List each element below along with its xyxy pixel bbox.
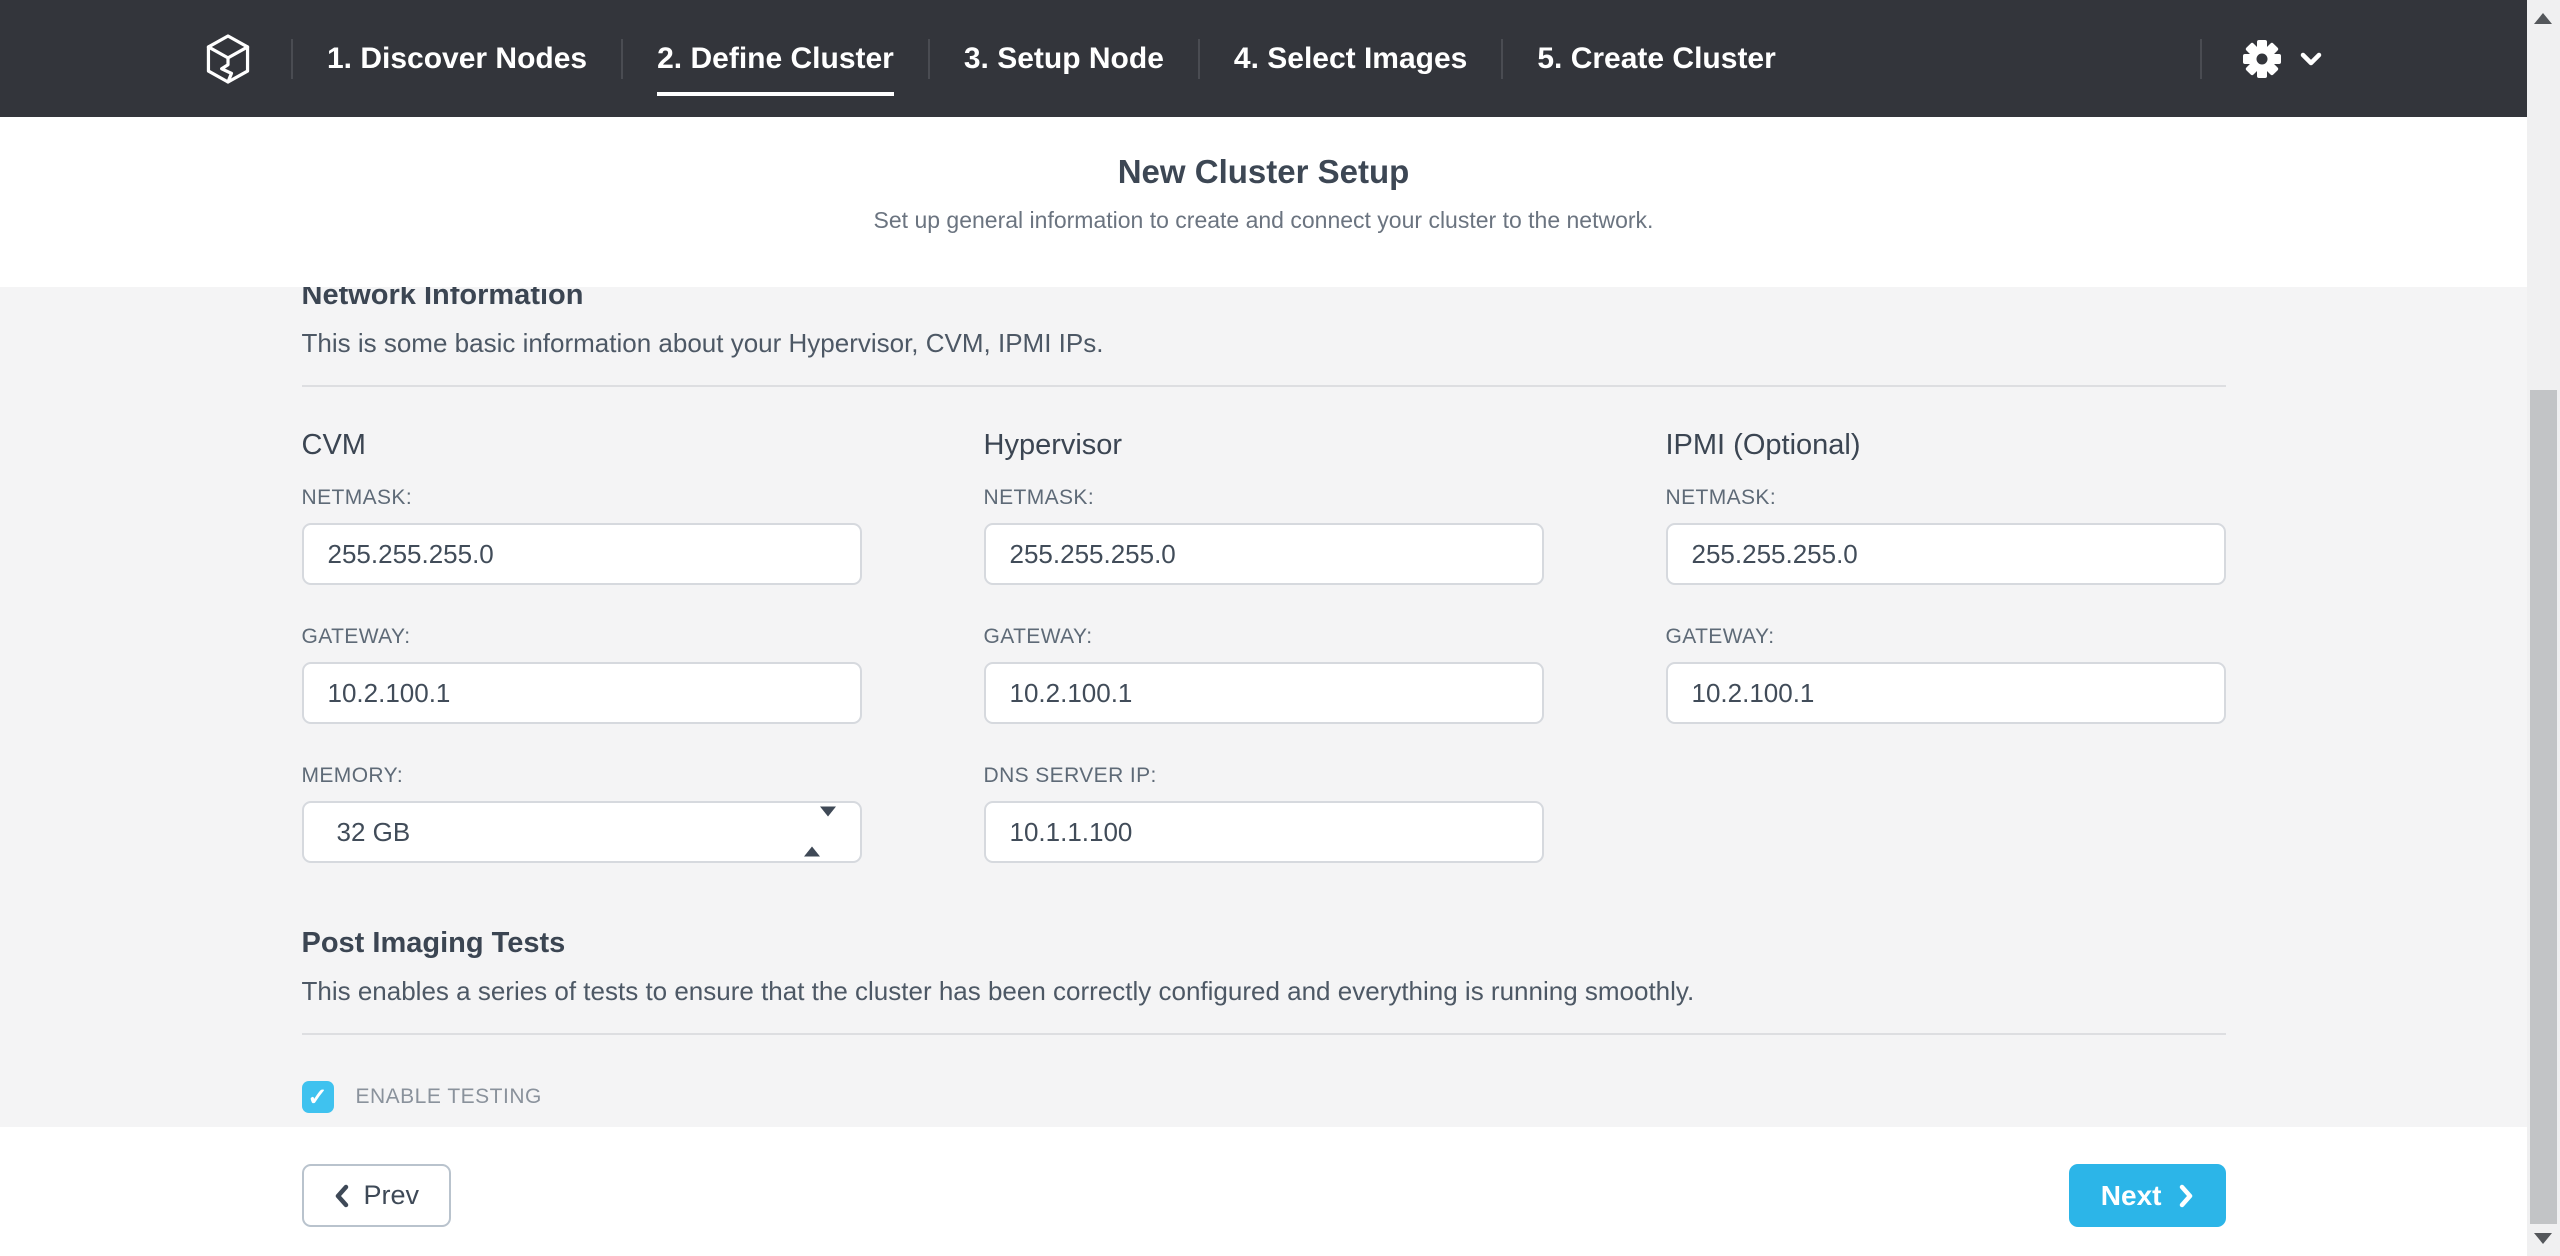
column-title: IPMI (Optional) [1666,429,2226,462]
column-hypervisor: Hypervisor NETMASK: GATEWAY: DNS SERVER … [984,429,1544,863]
field-label: NETMASK: [1666,486,2226,510]
cvm-gateway-field: GATEWAY: [302,625,862,724]
hypervisor-gateway-field: GATEWAY: [984,625,1544,724]
next-button[interactable]: Next [2069,1164,2226,1227]
app-logo-cube-icon [205,33,251,85]
field-label: NETMASK: [984,486,1544,510]
field-label: DNS SERVER IP: [984,764,1544,788]
section-divider [302,1033,2226,1035]
hypervisor-netmask-field: NETMASK: [984,486,1544,585]
scrollbar-up-arrow-icon[interactable] [2534,13,2552,24]
step-select-images[interactable]: 4. Select Images [1200,42,1501,76]
chevron-left-icon [334,1184,350,1208]
network-information-description: This is some basic information about you… [302,328,2226,359]
hypervisor-netmask-input[interactable] [984,523,1544,585]
field-label: GATEWAY: [984,625,1544,649]
column-ipmi: IPMI (Optional) NETMASK: GATEWAY: [1666,429,2226,863]
network-information-heading: Network Information [302,287,2226,312]
select-stepper-icon [804,817,836,848]
page-subtitle: Set up general information to create and… [0,207,2527,234]
cvm-netmask-field: NETMASK: [302,486,862,585]
column-cvm: CVM NETMASK: GATEWAY: MEMORY: 32 GB [302,429,862,863]
step-setup-node[interactable]: 3. Setup Node [930,42,1198,76]
column-title: Hypervisor [984,429,1544,462]
hypervisor-dns-field: DNS SERVER IP: [984,764,1544,863]
cvm-gateway-input[interactable] [302,662,862,724]
section-divider [302,385,2226,387]
prev-button-label: Prev [364,1180,420,1211]
top-navbar: 1. Discover Nodes 2. Define Cluster 3. S… [0,0,2527,117]
enable-testing-row: ✓ ENABLE TESTING [302,1081,2226,1113]
gear-icon [2242,39,2282,79]
selected-value: 32 GB [337,817,411,848]
next-button-label: Next [2101,1180,2162,1212]
cvm-memory-field: MEMORY: 32 GB [302,764,862,863]
step-define-cluster[interactable]: 2. Define Cluster [623,42,928,76]
field-label: NETMASK: [302,486,862,510]
page: 1. Discover Nodes 2. Define Cluster 3. S… [0,0,2527,1256]
step-discover-nodes[interactable]: 1. Discover Nodes [293,42,621,76]
navbar-right [2200,39,2322,79]
settings-menu-button[interactable] [2202,39,2322,79]
prev-button[interactable]: Prev [302,1164,452,1227]
column-title: CVM [302,429,862,462]
wizard-footer: Prev Next [0,1127,2527,1256]
ipmi-netmask-field: NETMASK: [1666,486,2226,585]
chevron-right-icon [2178,1184,2194,1208]
page-header: New Cluster Setup Set up general informa… [0,117,2527,287]
ipmi-netmask-input[interactable] [1666,523,2226,585]
field-label: GATEWAY: [302,625,862,649]
scrollbar-down-arrow-icon[interactable] [2534,1233,2552,1244]
form-content: Network Information This is some basic i… [0,287,2527,1127]
ipmi-gateway-field: GATEWAY: [1666,625,2226,724]
field-label: MEMORY: [302,764,862,788]
checkmark-icon: ✓ [307,1083,327,1112]
vertical-scrollbar[interactable] [2527,0,2560,1256]
post-imaging-heading: Post Imaging Tests [302,927,2226,960]
post-imaging-description: This enables a series of tests to ensure… [302,976,2226,1007]
hypervisor-gateway-input[interactable] [984,662,1544,724]
step-create-cluster[interactable]: 5. Create Cluster [1503,42,1809,76]
cvm-netmask-input[interactable] [302,523,862,585]
hypervisor-dns-input[interactable] [984,801,1544,863]
page-title: New Cluster Setup [0,117,2527,191]
chevron-down-icon [2300,52,2322,66]
ipmi-gateway-input[interactable] [1666,662,2226,724]
cvm-memory-select[interactable]: 32 GB [302,801,862,863]
scrollbar-thumb[interactable] [2530,390,2557,1224]
field-label: GATEWAY: [1666,625,2226,649]
network-columns: CVM NETMASK: GATEWAY: MEMORY: 32 GB [302,429,2226,863]
enable-testing-label: ENABLE TESTING [356,1085,542,1109]
enable-testing-checkbox[interactable]: ✓ [302,1081,334,1113]
